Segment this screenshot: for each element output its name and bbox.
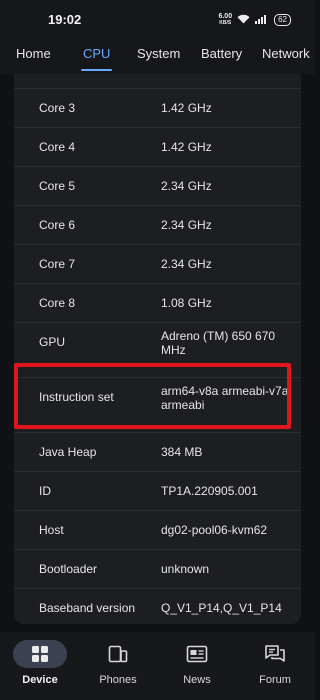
info-label: Baseband version: [39, 601, 136, 615]
info-value: Q_V1_P14,Q_V1_P14: [161, 601, 282, 615]
info-label: ID: [39, 484, 51, 498]
info-label: Host: [39, 523, 64, 537]
bottom-navigation: Device Phones News Forum: [0, 632, 315, 700]
info-row-instruction-set: Instruction set arm64-v8a armeabi-v7a ar…: [14, 377, 301, 432]
info-row: Host dg02-pool06-kvm62: [14, 510, 301, 549]
network-speed-unit: KB/S: [219, 20, 232, 26]
news-icon: [170, 640, 224, 668]
tab-cpu[interactable]: CPU: [80, 38, 113, 74]
info-label: Java Heap: [39, 445, 97, 459]
network-speed: 6.00 KB/S: [218, 13, 232, 27]
forum-icon: [248, 640, 302, 668]
info-value: unknown: [161, 562, 210, 576]
info-value: arm64-v8a armeabi-v7a armeabi: [161, 384, 289, 412]
signal-icon: [255, 14, 269, 26]
info-value: 384 MB: [161, 445, 203, 459]
nav-news[interactable]: News: [162, 640, 232, 686]
info-row-gpu: GPU Adreno (TM) 650 670 MHz: [14, 322, 301, 377]
nav-label: Forum: [259, 674, 291, 686]
nav-label: Device: [22, 674, 58, 686]
device-icon: [13, 640, 67, 668]
info-value: 2.34 GHz: [161, 179, 212, 193]
info-label: Core 5: [39, 179, 76, 193]
info-value: 1.42 GHz: [161, 101, 212, 115]
tab-home[interactable]: Home: [16, 38, 51, 74]
info-row: Core 4 1.42 GHz: [14, 127, 301, 166]
info-label: Core 8: [39, 296, 76, 310]
info-label: Core 3: [39, 101, 76, 115]
info-row: Java Heap 384 MB: [14, 432, 301, 471]
wifi-icon: [237, 14, 250, 26]
info-label: Core 7: [39, 257, 76, 271]
nav-phones[interactable]: Phones: [83, 640, 153, 686]
cpu-info-panel: Core 3 1.42 GHz Core 4 1.42 GHz Core 5 2…: [14, 74, 301, 624]
info-label: Core 6: [39, 218, 76, 232]
nav-label: Phones: [99, 674, 137, 686]
nav-device[interactable]: Device: [5, 640, 75, 686]
info-list: Core 3 1.42 GHz Core 4 1.42 GHz Core 5 2…: [14, 88, 301, 627]
info-value: 2.34 GHz: [161, 218, 212, 232]
info-row: Core 3 1.42 GHz: [14, 88, 301, 127]
info-row: Core 5 2.34 GHz: [14, 166, 301, 205]
tab-network[interactable]: Network: [262, 38, 310, 74]
info-label: Instruction set: [39, 390, 114, 404]
info-value: TP1A.220905.001: [161, 484, 258, 498]
info-value: 2.34 GHz: [161, 257, 212, 271]
info-row: Core 8 1.08 GHz: [14, 283, 301, 322]
network-speed-value: 6.00: [218, 13, 233, 20]
status-time: 19:02: [48, 12, 82, 27]
info-value: 1.42 GHz: [161, 140, 212, 154]
info-row: Core 7 2.34 GHz: [14, 244, 301, 283]
status-bar: 19:02 6.00 KB/S 62: [0, 0, 315, 38]
status-icons: 6.00 KB/S 62: [218, 12, 291, 28]
info-label: GPU: [39, 335, 66, 349]
battery-indicator: 62: [274, 14, 291, 26]
info-label: Bootloader: [39, 562, 98, 576]
info-row: ID TP1A.220905.001: [14, 471, 301, 510]
tab-battery[interactable]: Battery: [201, 38, 242, 74]
tab-bar: Home CPU System Battery Network: [0, 38, 315, 74]
tab-system[interactable]: System: [137, 38, 180, 74]
info-value: Adreno (TM) 650 670 MHz: [161, 329, 276, 357]
info-row: Core 6 2.34 GHz: [14, 205, 301, 244]
nav-label: News: [183, 674, 211, 686]
info-row: Baseband version Q_V1_P14,Q_V1_P14: [14, 588, 301, 627]
info-label: Core 4: [39, 140, 76, 154]
info-row: Bootloader unknown: [14, 549, 301, 588]
phones-icon: [91, 640, 145, 668]
info-value: 1.08 GHz: [161, 296, 212, 310]
nav-forum[interactable]: Forum: [240, 640, 310, 686]
info-value: dg02-pool06-kvm62: [161, 523, 268, 537]
